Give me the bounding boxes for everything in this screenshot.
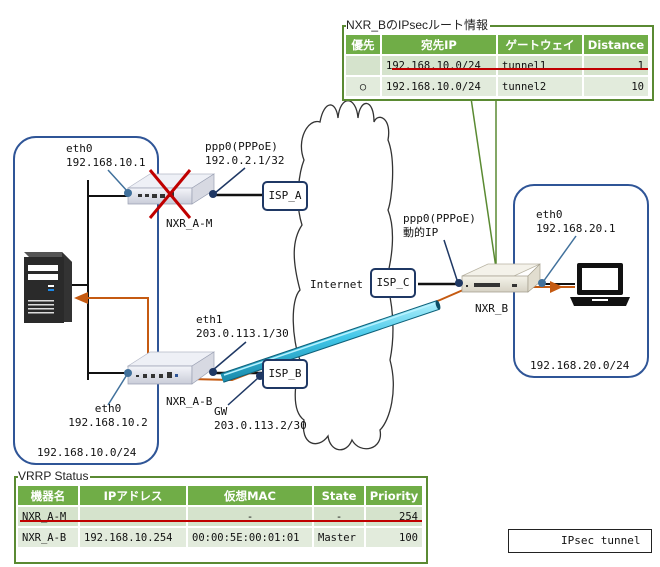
cell-name: NXR_A-B [18,528,78,547]
cell-priority: 100 [366,528,422,547]
route-table-panel: NXR_BのIPsecルート情報 優先 宛先IP ゲートウェイ Distance… [342,18,654,101]
isp-c-label: ISP_C [376,276,410,289]
ppp0-ip: 192.0.2.1/32 [205,154,285,167]
cell-mac: 00:00:5E:00:01:01 [188,528,312,547]
cell-priority [346,56,380,75]
nxr-a-b-name: NXR_A-B [166,395,213,408]
traffic-arrow-head-site-b [550,281,563,293]
cell-gateway: tunnel2 [498,77,582,96]
isp-a-box: ISP_A [262,181,308,211]
cell-dest: 192.168.10.0/24 [382,56,496,75]
header-dest-ip: 宛先IP [382,35,496,54]
cell-state: - [314,507,364,526]
nxr-b-ppp0-label: ppp0(PPPoE) 動的IP [403,212,476,240]
route-row-strikethrough [392,68,648,70]
header-device-name: 機器名 [18,486,78,505]
isp-c-box: ISP_C [370,268,416,298]
vrrp-table-header: 機器名 IPアドレス 仮想MAC State Priority [18,486,422,505]
vrrp-status-panel: VRRP Status 機器名 IPアドレス 仮想MAC State Prior… [14,469,428,564]
legend: IPsec tunnel [508,529,652,553]
nxr-a-m-eth0-label: eth0 192.168.10.1 [66,142,145,170]
ppp0-name: ppp0(PPPoE) [403,212,476,225]
eth1-ip: 203.0.113.1/30 [196,327,289,340]
cell-mac: - [188,507,312,526]
cell-priority: 254 [366,507,422,526]
router-nxr-a-m [126,173,216,205]
site-a-network-label: 192.168.10.0/24 [37,446,137,459]
legend-ipsec-tunnel-label: IPsec tunnel [561,534,641,547]
gw-ip: 203.0.113.2/30 [214,419,307,432]
route-table-header: 優先 宛先IP ゲートウェイ Distance [346,35,648,54]
eth0-ip: 192.168.10.2 [68,416,148,429]
ppp0-ip: 動的IP [403,226,439,239]
header-ip-address: IPアドレス [80,486,186,505]
nxr-a-b-eth1-label: eth1 203.0.113.1/30 [196,313,289,341]
nxr-a-m-ppp0-label: ppp0(PPPoE) 192.0.2.1/32 [205,140,284,168]
laptop-icon [570,263,630,306]
vrrp-status-title: VRRP Status [18,469,91,483]
cell-priority: ○ [346,77,380,96]
header-priority: Priority [366,486,422,505]
eth0-ip: 192.168.20.1 [536,222,616,235]
cell-gateway: tunnel1 [498,56,582,75]
cell-state: Master [314,528,364,547]
eth0-name: eth0 [536,208,563,221]
cell-ip: 192.168.10.254 [80,528,186,547]
gw-label: GW 203.0.113.2/30 [214,405,307,433]
header-state: State [314,486,364,505]
route-table: 優先 宛先IP ゲートウェイ Distance 192.168.10.0/24 … [344,33,650,98]
vrrp-table: 機器名 IPアドレス 仮想MAC State Priority NXR_A-M … [16,484,424,549]
eth0-name: eth0 [66,142,93,155]
ppp0-name: ppp0(PPPoE) [205,140,278,153]
isp-b-label: ISP_B [268,367,302,380]
internet-label: Internet [310,278,363,291]
router-nxr-b [461,263,541,293]
table-row: 192.168.10.0/24 tunnel1 1 [346,56,648,75]
eth1-name: eth1 [196,313,223,326]
vrrp-row-strikethrough [20,520,422,522]
isp-a-label: ISP_A [268,189,302,202]
server-icon [24,252,72,323]
gw-name: GW [214,405,228,418]
table-row: NXR_A-B 192.168.10.254 00:00:5E:00:01:01… [18,528,422,547]
header-priority: 優先 [346,35,380,54]
eth0-name: eth0 [94,402,122,415]
table-row: ○ 192.168.10.0/24 tunnel2 10 [346,77,648,96]
cell-name: NXR_A-M [18,507,78,526]
nxr-a-m-name: NXR_A-M [166,217,213,230]
cell-ip [80,507,186,526]
header-distance: Distance [584,35,648,54]
cell-distance: 1 [584,56,648,75]
cell-distance: 10 [584,77,648,96]
isp-b-box: ISP_B [262,359,308,389]
route-table-title: NXR_BのIPsecルート情報 [346,18,491,32]
table-row: NXR_A-M - - 254 [18,507,422,526]
header-gateway: ゲートウェイ [498,35,582,54]
site-b-network-label: 192.168.20.0/24 [530,359,630,372]
cell-dest: 192.168.10.0/24 [382,77,496,96]
traffic-arrow-head-site-a [74,292,88,304]
nxr-a-b-eth0-label: eth0 192.168.10.2 [66,402,150,430]
header-virtual-mac: 仮想MAC [188,486,312,505]
nxr-b-name: NXR_B [475,302,509,315]
eth0-ip: 192.168.10.1 [66,156,146,169]
nxr-b-eth0-label: eth0 192.168.20.1 [536,208,615,236]
